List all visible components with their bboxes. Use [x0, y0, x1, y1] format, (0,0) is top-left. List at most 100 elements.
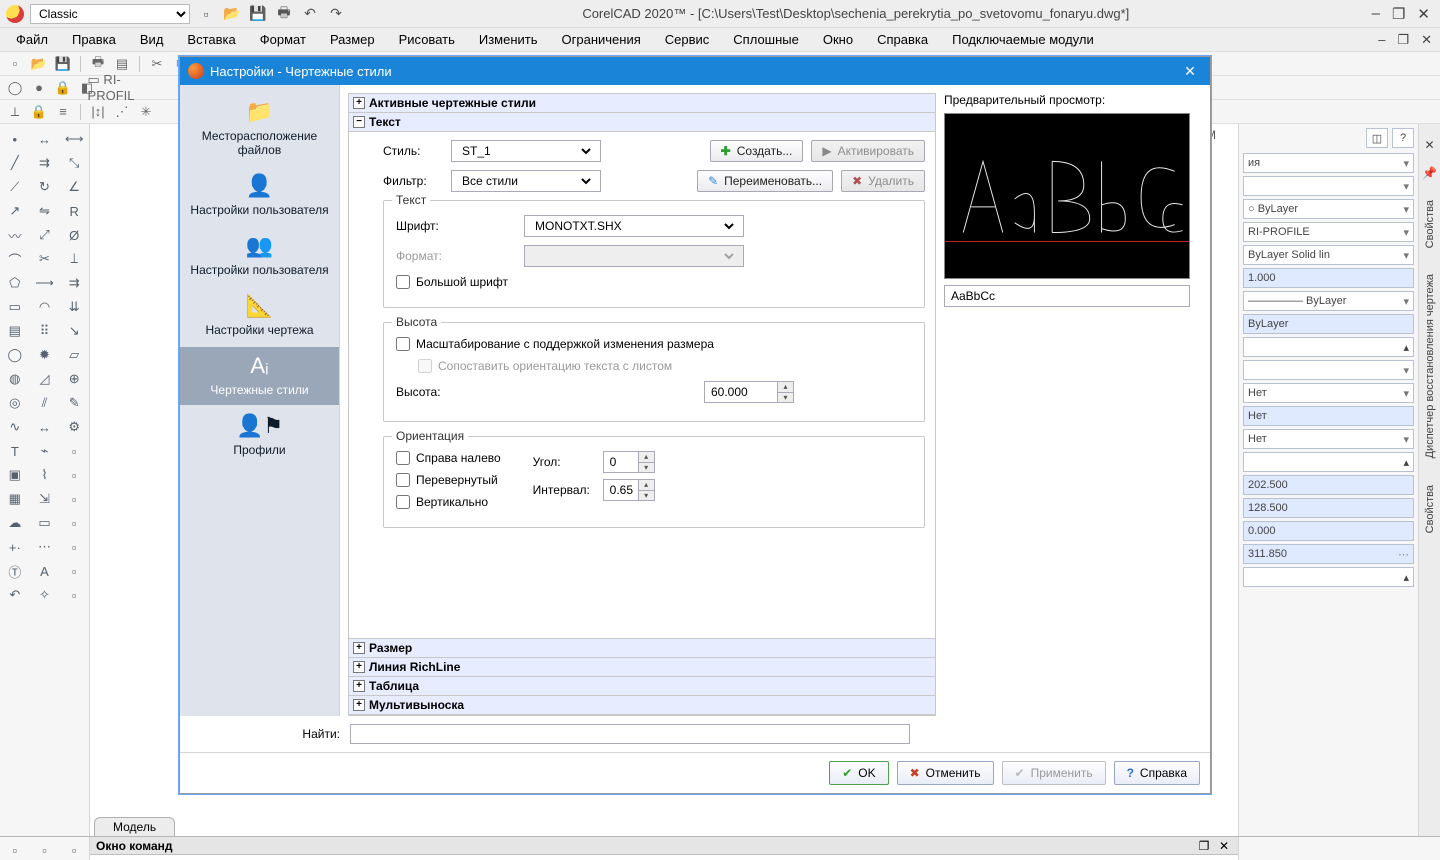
model-tab[interactable]: Модель: [94, 817, 175, 836]
search-input[interactable]: [350, 724, 910, 744]
vertical-checkbox[interactable]: Вертикально: [396, 495, 501, 509]
freeze-icon[interactable]: ●: [30, 79, 48, 97]
cmd-close-icon[interactable]: ✕: [1216, 839, 1232, 853]
menu-edit[interactable]: Правка: [60, 29, 128, 50]
height-spinner[interactable]: ▴▾: [704, 381, 794, 403]
prop-linetype[interactable]: ByLayer Solid lin▾: [1243, 245, 1414, 265]
prop-pick-icon[interactable]: ◫: [1366, 128, 1388, 148]
save-icon[interactable]: 💾: [250, 6, 266, 22]
tool-line-icon[interactable]: ╱: [6, 154, 24, 172]
filter-combo[interactable]: Все стили: [451, 170, 601, 192]
prop-help-icon[interactable]: ?: [1392, 128, 1414, 148]
extra1-icon[interactable]: ▫: [6, 841, 24, 859]
tool-undo2-icon[interactable]: ↶: [6, 586, 24, 604]
menu-constraints[interactable]: Ограничения: [550, 29, 653, 50]
tool-point-icon[interactable]: •: [6, 130, 24, 148]
dim-tol-icon[interactable]: ▱: [65, 346, 83, 364]
collapse3-icon[interactable]: ▴: [1243, 567, 1414, 587]
menu-solids[interactable]: Сплошные: [721, 29, 811, 50]
menu-view[interactable]: Вид: [128, 29, 176, 50]
workspace-select[interactable]: Classic: [30, 4, 190, 24]
collapse1-icon[interactable]: ▴: [1243, 337, 1414, 357]
preview-sample-input[interactable]: [944, 285, 1190, 307]
prop-y[interactable]: 128.500: [1243, 498, 1414, 518]
menu-insert[interactable]: Вставка: [175, 29, 247, 50]
prop-no3[interactable]: Нет▾: [1243, 429, 1414, 449]
dim-diameter-icon[interactable]: Ø: [65, 226, 83, 244]
dim-ord-icon[interactable]: ⟘: [65, 250, 83, 268]
collapse2-icon[interactable]: ▴: [1243, 452, 1414, 472]
menu-modify[interactable]: Изменить: [467, 29, 550, 50]
profile-icon[interactable]: ▭ RI-PROFIL: [102, 79, 120, 97]
annot-scale-checkbox[interactable]: Масштабирование с поддержкой изменения р…: [396, 337, 898, 351]
menu-draw[interactable]: Рисовать: [387, 29, 467, 50]
prop-type-combo[interactable]: ия▾: [1243, 153, 1414, 173]
menu-plugins[interactable]: Подключаемые модули: [940, 29, 1106, 50]
print2-icon[interactable]: 🖶: [89, 55, 107, 73]
tool-circle-icon[interactable]: ◯: [6, 346, 24, 364]
menu-dimension[interactable]: Размер: [318, 29, 387, 50]
close-icon[interactable]: ✕: [1413, 5, 1434, 23]
prop-z[interactable]: 0.000: [1243, 521, 1414, 541]
prop-transparency[interactable]: ByLayer: [1243, 314, 1414, 334]
vtab-recovery[interactable]: Диспетчер восстановления чертежа: [1424, 268, 1436, 464]
dim-more3-icon[interactable]: ▫: [65, 490, 83, 508]
prop-len[interactable]: 311.850⋯: [1243, 544, 1414, 564]
menu-tools[interactable]: Сервис: [653, 29, 722, 50]
tool-donut-icon[interactable]: ◎: [6, 394, 24, 412]
dim-more4-icon[interactable]: ▫: [65, 514, 83, 532]
minimize-icon[interactable]: –: [1368, 5, 1384, 23]
nav-styles[interactable]: AᵢЧертежные стили: [180, 347, 339, 405]
command-history[interactable]: <Переключен Перепострое: [90, 855, 1238, 860]
nav-files[interactable]: 📁Месторасположение файлов: [180, 93, 339, 165]
extra7-icon[interactable]: ▫: [65, 841, 83, 859]
prop-no1[interactable]: Нет▾: [1243, 383, 1414, 403]
menu-format[interactable]: Формат: [248, 29, 318, 50]
help-button[interactable]: Справка: [1114, 761, 1200, 785]
tool-text-icon[interactable]: T: [6, 442, 24, 460]
dim-more2-icon[interactable]: ▫: [65, 466, 83, 484]
mod-mirror-icon[interactable]: ⇋: [36, 202, 54, 220]
tool-pline-icon[interactable]: 〰: [6, 226, 24, 244]
tree-dimension[interactable]: +Размер: [349, 639, 935, 658]
print-icon[interactable]: 🖶: [276, 6, 292, 22]
menu-help[interactable]: Справка: [865, 29, 940, 50]
mod-array-icon[interactable]: ⠿: [36, 322, 54, 340]
dim-linear-icon[interactable]: ⟷: [65, 130, 83, 148]
tool-hatch-icon[interactable]: ▤: [6, 322, 24, 340]
mod-rect-icon[interactable]: ▭: [36, 514, 54, 532]
dim-base-icon[interactable]: ⇊: [65, 298, 83, 316]
tool-plus-icon[interactable]: +·: [6, 538, 24, 556]
maximize-icon[interactable]: ❐: [1388, 5, 1409, 23]
tool-mtext-icon[interactable]: Ⓣ: [6, 562, 24, 580]
tree-text[interactable]: −Текст: [349, 113, 935, 132]
misc-icon[interactable]: ✳: [137, 103, 155, 121]
rtl-checkbox[interactable]: Справа налево: [396, 451, 501, 465]
mod-move-icon[interactable]: ↔: [36, 130, 54, 148]
mod-copy-icon[interactable]: ⇉: [36, 154, 54, 172]
tool-table-icon[interactable]: ▦: [6, 490, 24, 508]
menu-file[interactable]: Файл: [4, 29, 60, 50]
cut-icon[interactable]: ✂: [148, 55, 166, 73]
prop-empty1[interactable]: ▾: [1243, 176, 1414, 196]
angle-spinner[interactable]: ▴▾: [603, 451, 655, 473]
mod-dimtxt-icon[interactable]: A: [36, 562, 54, 580]
font-combo[interactable]: MONOTXT.SHX: [524, 215, 744, 237]
dialog-close-icon[interactable]: ✕: [1178, 61, 1202, 81]
style-combo[interactable]: ST_1: [451, 140, 601, 162]
lock2-icon[interactable]: 🔒: [30, 103, 48, 121]
cancel-button[interactable]: Отменить: [897, 761, 994, 785]
create-button[interactable]: Создать...: [710, 140, 804, 162]
open-icon[interactable]: 📂: [224, 6, 240, 22]
prop-x[interactable]: 202.500: [1243, 475, 1414, 495]
tree-active-styles[interactable]: +Активные чертежные стили: [349, 94, 935, 113]
tool-rect-icon[interactable]: ▭: [6, 298, 24, 316]
mod-stretch-icon[interactable]: ↔︎: [36, 418, 54, 436]
nav-user[interactable]: 👤Настройки пользователя: [180, 167, 339, 225]
mod-join-icon[interactable]: ⌇: [36, 466, 54, 484]
dim-angular-icon[interactable]: ∠: [65, 178, 83, 196]
rename-button[interactable]: Переименовать...: [697, 170, 833, 192]
tree-richline[interactable]: +Линия RichLine: [349, 658, 935, 677]
mod-extend-icon[interactable]: ⟶: [36, 274, 54, 292]
dim-icon[interactable]: |↕|: [89, 103, 107, 121]
